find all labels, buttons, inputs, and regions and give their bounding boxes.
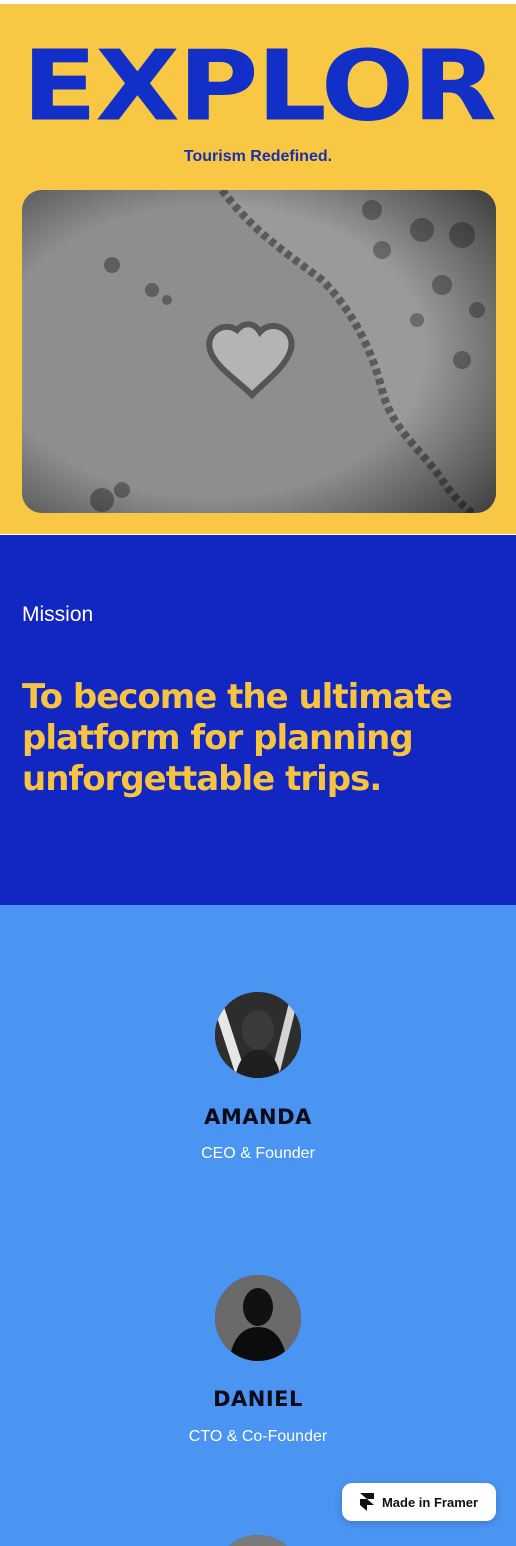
member-name: DANIEL bbox=[213, 1387, 303, 1411]
hero-section: EXPLORE Tourism Redefined. bbox=[0, 4, 516, 534]
avatar-third bbox=[215, 1535, 301, 1546]
team-section: AMANDA CEO & Founder DANIEL CTO & Co-Fou… bbox=[0, 905, 516, 1546]
mission-label: Mission bbox=[22, 603, 94, 626]
made-in-framer-badge[interactable]: Made in Framer bbox=[342, 1483, 496, 1521]
framer-logo-icon bbox=[359, 1493, 374, 1511]
mission-statement: To become the ultimate platform for plan… bbox=[22, 677, 453, 799]
avatar-amanda bbox=[215, 992, 301, 1078]
badge-label: Made in Framer bbox=[381, 1494, 479, 1510]
member-name: AMANDA bbox=[204, 1105, 312, 1129]
hero-image bbox=[22, 190, 496, 513]
member-role: CTO & Co-Founder bbox=[188, 1428, 328, 1445]
avatar-daniel bbox=[215, 1275, 301, 1361]
hero-title: EXPLORE bbox=[22, 44, 496, 129]
member-role: CEO & Founder bbox=[201, 1145, 315, 1162]
mission-section: Mission To become the ultimate platform … bbox=[0, 535, 516, 905]
hero-subtitle: Tourism Redefined. bbox=[183, 148, 333, 165]
